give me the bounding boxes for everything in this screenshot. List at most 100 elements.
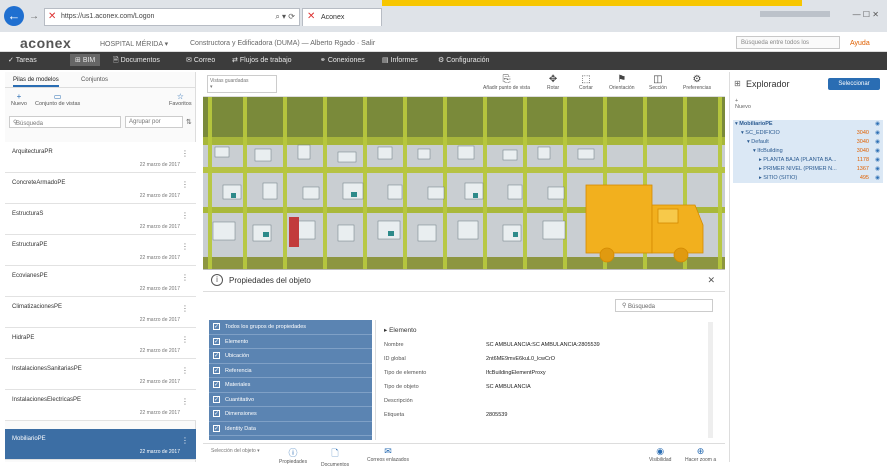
eye-icon[interactable]: ◉ — [875, 121, 880, 127]
nav-conexiones[interactable]: ⚭ Conexiones — [320, 56, 365, 64]
list-item[interactable]: InstalacionesSanitariasPE 22 marzo de 201… — [5, 359, 196, 390]
more-options-icon[interactable]: ⋮ — [181, 366, 189, 375]
new-button[interactable]: + Nuevo — [11, 92, 27, 107]
eye-icon[interactable]: ◉ — [875, 139, 880, 145]
nav-flujos[interactable]: ⇄ Flujos de trabajo — [232, 56, 292, 64]
linked-mail-tab-button[interactable]: ✉ Correos enlazados — [367, 446, 409, 463]
3d-model-view[interactable] — [203, 97, 725, 269]
eye-icon[interactable]: ◉ — [875, 166, 880, 172]
checkbox-icon[interactable]: ✓ — [213, 395, 220, 403]
zoom-to-button[interactable]: ⊕ Hacer zoom a — [685, 446, 716, 463]
more-options-icon[interactable]: ⋮ — [181, 397, 189, 406]
checkbox-icon[interactable]: ✓ — [213, 381, 220, 388]
section-button[interactable]: ◫ Sección — [649, 74, 667, 91]
eye-icon[interactable]: ◉ — [875, 175, 880, 181]
refresh-icon[interactable]: ⌕ ▾ ⟳ — [275, 12, 295, 22]
eye-icon[interactable]: ◉ — [875, 148, 880, 154]
more-options-icon[interactable]: ⋮ — [181, 149, 189, 158]
property-group-label: Identity Data — [225, 425, 256, 432]
list-item-selected[interactable]: MobiliarioPE 22 marzo de 2017 ⋮ — [5, 429, 196, 460]
tree-node[interactable]: ▾ IfcBuilding 3040 ◉ — [733, 147, 883, 156]
nav-informes[interactable]: ▤ Informes — [382, 56, 418, 64]
eye-icon[interactable]: ◉ — [875, 157, 880, 163]
list-item[interactable]: ConcreteArmadoPE 22 marzo de 2017 ⋮ — [5, 173, 196, 204]
checkbox-icon[interactable]: ✓ — [213, 410, 220, 417]
sort-icon[interactable]: ⇅ — [186, 118, 192, 126]
rotate-button[interactable]: ✥ Rotar — [547, 74, 559, 91]
view-set-button[interactable]: ▭ Conjunto de vistas — [35, 92, 80, 107]
close-icon[interactable]: ✕ — [707, 275, 715, 286]
saved-views-select[interactable]: Vistas guardadas ▾ — [207, 75, 277, 93]
property-group-item[interactable]: ✓ Todos los grupos de propiedades — [209, 320, 372, 335]
nav-documentos[interactable]: 🗎 Documentos — [113, 56, 160, 67]
list-item[interactable]: EstructuraS 22 marzo de 2017 ⋮ — [5, 204, 196, 235]
documents-tab-button[interactable]: 🗋 Documentos — [321, 446, 349, 468]
more-options-icon[interactable]: ⋮ — [181, 273, 189, 282]
favorites-button[interactable]: ☆ Favoritos — [169, 92, 192, 107]
checkbox-icon[interactable]: ✓ — [213, 337, 220, 345]
properties-tab-button[interactable]: ⓘ Propiedades — [279, 446, 307, 465]
group-by-select[interactable]: Agrupar por — [125, 116, 183, 128]
property-group-item[interactable]: ✓ Dimensiones — [209, 407, 372, 422]
list-item[interactable]: HidraPE 22 marzo de 2017 ⋮ — [5, 328, 196, 359]
explorer-new-button[interactable]: + Nuevo — [735, 98, 751, 110]
list-item[interactable]: ArquitecturaPR 22 marzo de 2017 ⋮ — [5, 142, 196, 173]
property-group-item[interactable]: ✓ Elemento — [209, 335, 372, 349]
properties-search-input[interactable]: ⚲ Búsqueda — [615, 299, 713, 312]
cut-button[interactable]: ⬚ Cortar — [579, 74, 593, 91]
model-search-input[interactable]: ⚲ Búsqueda — [9, 116, 121, 128]
nav-tareas[interactable]: ✓ Tareas — [8, 56, 37, 64]
checkbox-icon[interactable]: ✓ — [213, 323, 220, 330]
back-arrow-icon[interactable]: ← — [4, 6, 24, 26]
property-group-item[interactable]: ✓ Ubicación — [209, 349, 372, 364]
list-item[interactable]: EcovianesPE 22 marzo de 2017 ⋮ — [5, 266, 196, 297]
tab-sets[interactable]: Conjuntos — [81, 77, 108, 83]
add-viewpoint-button[interactable]: ⎘ Añadir punto de vista — [483, 74, 530, 91]
model-date: 22 marzo de 2017 — [139, 224, 180, 230]
browser-tab[interactable]: ✕ Aconex — [302, 8, 382, 26]
more-options-icon[interactable]: ⋮ — [181, 180, 189, 189]
property-group-item[interactable]: ✓ Materiales — [209, 378, 372, 393]
tab-model-stacks[interactable]: Pilas de modelos — [13, 77, 59, 87]
eye-icon: ◉ — [656, 446, 665, 456]
more-options-icon[interactable]: ⋮ — [181, 211, 189, 220]
list-item[interactable]: InstalacionesElectricasPE 22 marzo de 201… — [5, 390, 196, 421]
more-options-icon[interactable]: ⋮ — [181, 436, 189, 445]
tree-node[interactable]: ▾ Default 3040 ◉ — [733, 138, 883, 147]
aconex-logo[interactable]: aconex — [20, 35, 71, 51]
list-item[interactable]: EstructuraPE 22 marzo de 2017 ⋮ — [5, 235, 196, 266]
global-search-input[interactable]: Búsqueda entre todos los — [736, 36, 840, 49]
property-group-item[interactable]: ✓ Cuantitativo — [209, 393, 372, 407]
list-item[interactable]: ClimatizacionesPE 22 marzo de 2017 ⋮ — [5, 297, 196, 328]
tree-node[interactable]: ▸ PLANTA BAJA (PLANTA BA... 1178 ◉ — [733, 156, 883, 165]
property-group-item[interactable]: ✓ Referencia — [209, 364, 372, 378]
orientation-button[interactable]: ⚑ Orientación — [609, 74, 635, 91]
more-options-icon[interactable]: ⋮ — [181, 335, 189, 344]
tree-node[interactable]: ▾ MobiliarioPE ◉ — [733, 120, 883, 129]
window-controls[interactable]: — ☐ ✕ — [853, 10, 879, 19]
property-value: IfcBuildingElementProxy — [486, 370, 546, 376]
nav-configuracion[interactable]: ⚙ Configuración — [438, 56, 489, 64]
more-options-icon[interactable]: ⋮ — [181, 242, 189, 251]
details-scrollbar[interactable] — [708, 322, 713, 438]
tree-node[interactable]: ▸ PRIMER NIVEL (PRIMER N... 1367 ◉ — [733, 165, 883, 174]
property-group-item[interactable]: ✓ Identity Data — [209, 422, 372, 436]
nav-correo[interactable]: ✉ Correo — [186, 56, 215, 64]
tree-node[interactable]: ▾ SC_EDIFICIO 3040 ◉ — [733, 129, 883, 138]
checkbox-icon[interactable]: ✓ — [213, 366, 220, 374]
checkbox-icon[interactable]: ✓ — [213, 352, 220, 359]
collapse-panel-icon[interactable]: ⊞ — [734, 79, 741, 88]
address-bar[interactable]: ✕ https://us1.aconex.com/Logon ⌕ ▾ ⟳ — [44, 8, 300, 26]
more-options-icon[interactable]: ⋮ — [181, 304, 189, 313]
help-link[interactable]: Ayuda — [850, 40, 870, 47]
project-selector[interactable]: HOSPITAL MÉRIDA ▾ — [100, 40, 168, 48]
star-icon: ☆ — [176, 92, 184, 101]
visibility-button[interactable]: ◉ Visibilidad — [649, 446, 671, 463]
preferences-button[interactable]: ⚙ Preferencias — [683, 74, 711, 91]
eye-icon[interactable]: ◉ — [875, 130, 880, 136]
forward-arrow-icon[interactable]: → — [27, 10, 41, 24]
nav-bim[interactable]: ⊞ BIM — [70, 54, 101, 66]
select-button[interactable]: Seleccionar — [828, 78, 880, 90]
checkbox-icon[interactable]: ✓ — [213, 424, 220, 432]
tree-node[interactable]: ▸ SITIO (SITIO) 495 ◉ — [733, 174, 883, 183]
